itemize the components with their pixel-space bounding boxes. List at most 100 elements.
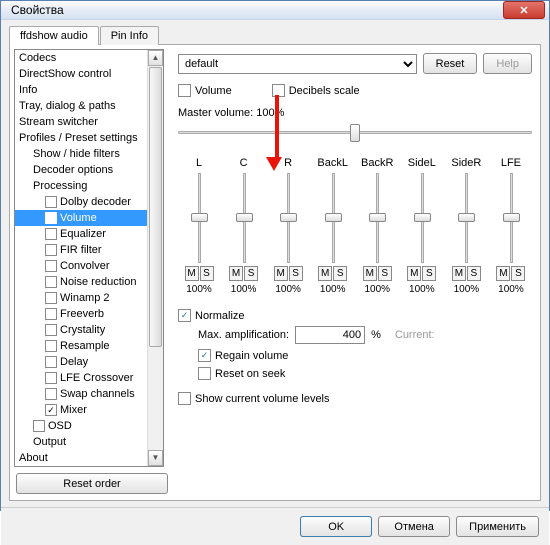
tree-checkbox[interactable] <box>45 276 57 288</box>
tree-item[interactable]: Crystality <box>15 322 163 338</box>
tree-item[interactable]: Codecs <box>15 50 163 66</box>
tree-item[interactable]: Equalizer <box>15 226 163 242</box>
help-button[interactable]: Help <box>483 53 532 74</box>
tree-item[interactable]: Info <box>15 82 163 98</box>
scroll-down-button[interactable]: ▼ <box>148 450 163 466</box>
tree-checkbox[interactable] <box>45 212 57 224</box>
slider-thumb[interactable] <box>503 213 520 222</box>
tree-item[interactable]: Decoder options <box>15 162 163 178</box>
show-volume-levels-checkbox[interactable]: Show current volume levels <box>178 392 532 405</box>
channel-percent: 100% <box>231 284 257 295</box>
tree-item[interactable]: Profiles / Preset settings <box>15 130 163 146</box>
reset-button[interactable]: Reset <box>423 53 478 74</box>
regain-volume-checkbox[interactable]: Regain volume <box>198 349 532 362</box>
reset-on-seek-checkbox[interactable]: Reset on seek <box>198 367 532 380</box>
tree-checkbox[interactable] <box>45 292 57 304</box>
scroll-up-button[interactable]: ▲ <box>148 50 163 66</box>
slider-thumb[interactable] <box>191 213 208 222</box>
settings-tree[interactable]: CodecsDirectShow controlInfoTray, dialog… <box>14 49 164 467</box>
apply-button[interactable]: Применить <box>456 516 539 537</box>
channel-BackR: BackRMS100% <box>358 157 396 295</box>
mute-button[interactable]: M <box>185 266 199 281</box>
slider-thumb[interactable] <box>414 213 431 222</box>
mute-button[interactable]: M <box>363 266 377 281</box>
tree-checkbox[interactable] <box>45 324 57 336</box>
tree-scrollbar[interactable]: ▲ ▼ <box>147 50 163 466</box>
channel-slider[interactable] <box>368 173 386 263</box>
titlebar[interactable]: Свойства ✕ <box>1 1 549 20</box>
solo-button[interactable]: S <box>333 266 347 281</box>
tree-checkbox[interactable] <box>45 388 57 400</box>
volume-checkbox[interactable]: Volume <box>178 84 232 97</box>
tree-checkbox[interactable] <box>45 260 57 272</box>
channel-slider[interactable] <box>235 173 253 263</box>
solo-button[interactable]: S <box>200 266 214 281</box>
tab-ffdshow-audio[interactable]: ffdshow audio <box>9 26 99 45</box>
tree-checkbox[interactable] <box>45 244 57 256</box>
close-button[interactable]: ✕ <box>503 1 545 19</box>
tree-checkbox[interactable] <box>45 308 57 320</box>
solo-button[interactable]: S <box>467 266 481 281</box>
decibels-checkbox[interactable]: Decibels scale <box>272 84 360 97</box>
tree-item[interactable]: About <box>15 450 163 466</box>
tree-item[interactable]: Show / hide filters <box>15 146 163 162</box>
tree-item[interactable]: OSD <box>15 418 163 434</box>
mute-button[interactable]: M <box>229 266 243 281</box>
cancel-button[interactable]: Отмена <box>378 516 450 537</box>
mute-button[interactable]: M <box>452 266 466 281</box>
tree-item[interactable]: Swap channels <box>15 386 163 402</box>
tree-item[interactable]: Mixer <box>15 402 163 418</box>
mute-button[interactable]: M <box>407 266 421 281</box>
max-amplification-input[interactable] <box>295 326 365 344</box>
tree-item[interactable]: Resample <box>15 338 163 354</box>
tree-item[interactable]: Noise reduction <box>15 274 163 290</box>
slider-thumb[interactable] <box>325 213 342 222</box>
tree-checkbox[interactable] <box>45 196 57 208</box>
channel-slider[interactable] <box>324 173 342 263</box>
tree-item[interactable]: Convolver <box>15 258 163 274</box>
solo-button[interactable]: S <box>511 266 525 281</box>
slider-thumb[interactable] <box>369 213 386 222</box>
tree-item[interactable]: Volume <box>15 210 163 226</box>
mute-button[interactable]: M <box>274 266 288 281</box>
channel-slider[interactable] <box>457 173 475 263</box>
normalize-checkbox[interactable]: Normalize <box>178 309 245 322</box>
tree-item[interactable]: Output <box>15 434 163 450</box>
tree-item[interactable]: Tray, dialog & paths <box>15 98 163 114</box>
preset-select[interactable]: default <box>178 54 417 74</box>
scroll-thumb[interactable] <box>149 67 162 347</box>
tree-checkbox[interactable] <box>33 420 45 432</box>
reset-order-button[interactable]: Reset order <box>16 473 168 494</box>
slider-thumb[interactable] <box>280 213 297 222</box>
ok-button[interactable]: OK <box>300 516 372 537</box>
tree-item[interactable]: FIR filter <box>15 242 163 258</box>
slider-thumb[interactable] <box>458 213 475 222</box>
tree-checkbox[interactable] <box>45 228 57 240</box>
tree-item[interactable]: DirectShow control <box>15 66 163 82</box>
tree-item[interactable]: Dolby decoder <box>15 194 163 210</box>
channel-slider[interactable] <box>190 173 208 263</box>
solo-button[interactable]: S <box>244 266 258 281</box>
tree-item[interactable]: Stream switcher <box>15 114 163 130</box>
channel-slider[interactable] <box>413 173 431 263</box>
tree-item[interactable]: Processing <box>15 178 163 194</box>
tree-checkbox[interactable] <box>45 340 57 352</box>
solo-button[interactable]: S <box>289 266 303 281</box>
mute-button[interactable]: M <box>496 266 510 281</box>
master-volume-slider[interactable] <box>178 121 532 143</box>
channel-slider[interactable] <box>502 173 520 263</box>
tab-pin-info[interactable]: Pin Info <box>100 26 159 45</box>
tree-item[interactable]: Delay <box>15 354 163 370</box>
tree-checkbox[interactable] <box>45 356 57 368</box>
solo-button[interactable]: S <box>378 266 392 281</box>
tree-checkbox[interactable] <box>45 404 57 416</box>
master-slider-thumb[interactable] <box>350 124 360 142</box>
tree-checkbox[interactable] <box>45 372 57 384</box>
channel-slider[interactable] <box>279 173 297 263</box>
mute-button[interactable]: M <box>318 266 332 281</box>
tree-item[interactable]: LFE Crossover <box>15 370 163 386</box>
solo-button[interactable]: S <box>422 266 436 281</box>
tree-item[interactable]: Freeverb <box>15 306 163 322</box>
tree-item[interactable]: Winamp 2 <box>15 290 163 306</box>
slider-thumb[interactable] <box>236 213 253 222</box>
